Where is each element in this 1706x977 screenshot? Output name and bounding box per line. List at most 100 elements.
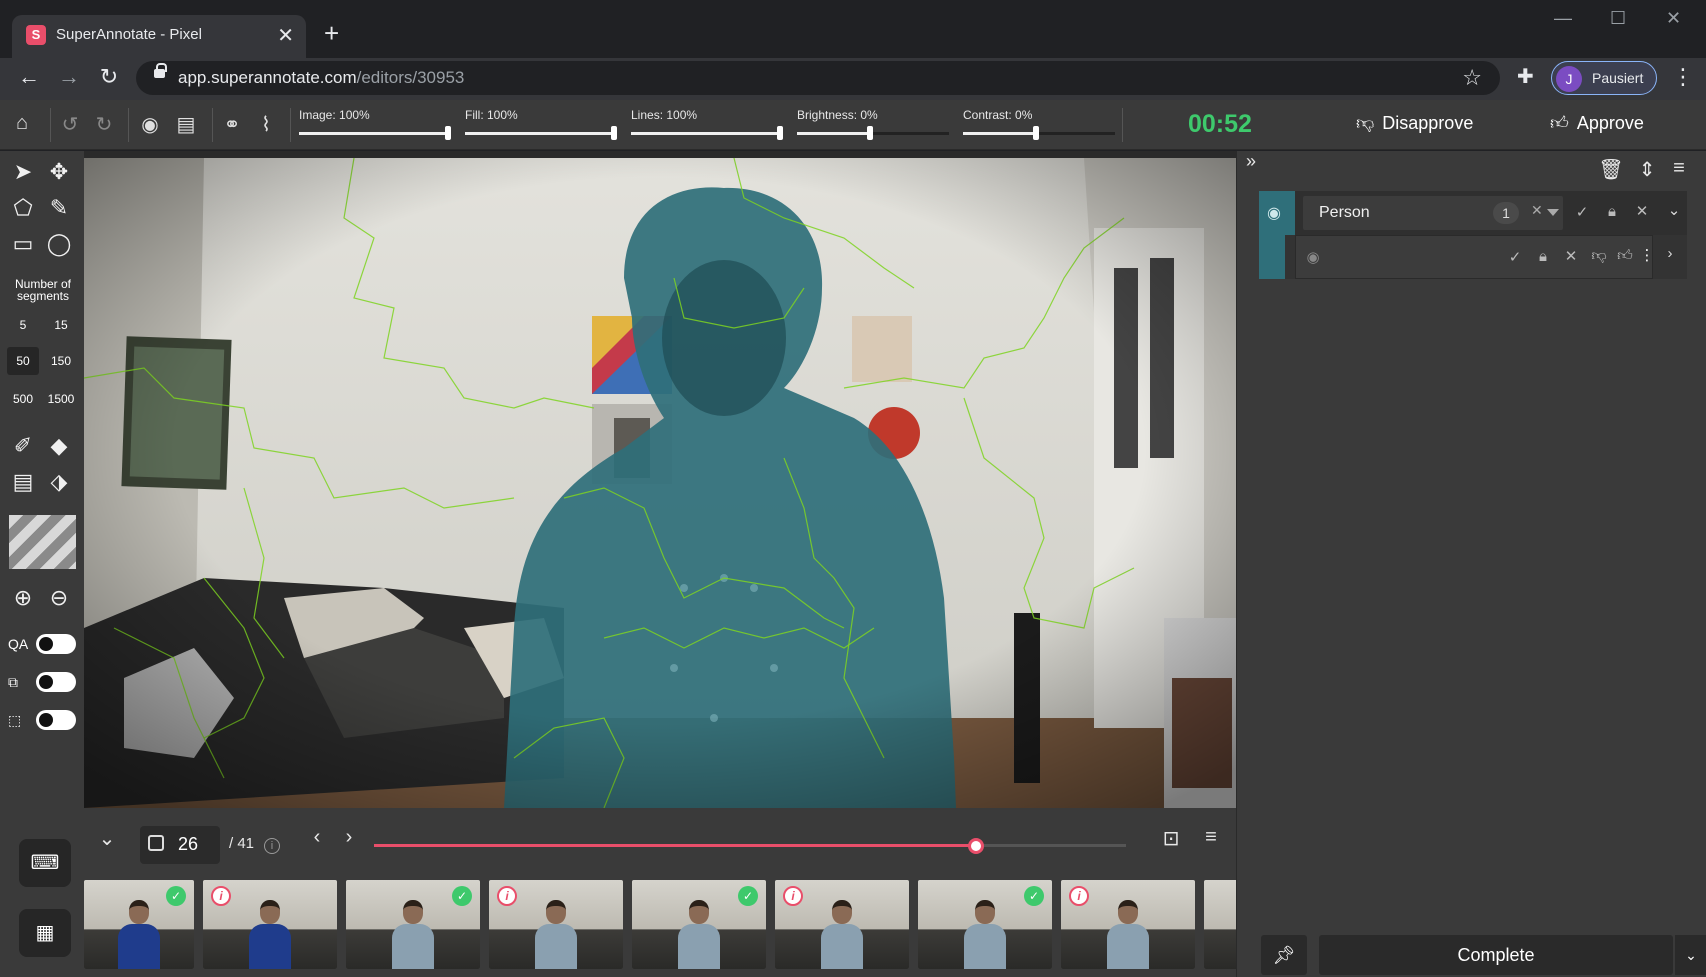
- instance-check-icon[interactable]: ✓: [1504, 248, 1526, 266]
- frame-thumbnail[interactable]: i: [203, 880, 337, 969]
- extensions-puzzle-icon[interactable]: ✚: [1517, 64, 1534, 89]
- slider-knob[interactable]: [611, 126, 617, 140]
- class-visibility-toggle[interactable]: ◉: [1259, 191, 1295, 235]
- complete-button[interactable]: Complete: [1319, 935, 1673, 975]
- window-close-icon[interactable]: ✕: [1666, 8, 1681, 29]
- fill-opacity-slider[interactable]: Fill: 100%: [465, 106, 619, 144]
- focus-frame-icon[interactable]: ⊡: [1158, 826, 1184, 851]
- polygon-tool-icon[interactable]: ⬠: [6, 191, 40, 225]
- rectangle-tool-icon[interactable]: ▭: [6, 227, 40, 261]
- class-dropdown-caret-icon[interactable]: [1547, 209, 1559, 216]
- instance-more-icon[interactable]: ⋮: [1636, 246, 1658, 264]
- zoom-out-icon[interactable]: ⊖: [42, 581, 76, 615]
- instance-row[interactable]: ◉ ✓ 🔒︎ ✕ 👎︎ 👍︎ ⋮ ›: [1259, 235, 1687, 279]
- segment-option-15[interactable]: 15: [45, 311, 77, 339]
- tag-icon[interactable]: ⬗: [42, 465, 76, 499]
- check-icon[interactable]: ✓: [1571, 203, 1593, 221]
- home-icon[interactable]: ⌂: [8, 112, 36, 135]
- frame-number-input[interactable]: 26: [140, 826, 220, 864]
- class-row-person[interactable]: ◉ Person 1 ✕ ✓ 🔒︎ ✕ ⌄: [1259, 191, 1687, 235]
- image-opacity-slider[interactable]: Image: 100%: [299, 106, 453, 144]
- slider-knob[interactable]: [1033, 126, 1039, 140]
- segment-option-50[interactable]: 50: [7, 347, 39, 375]
- overlap-toggle[interactable]: [36, 672, 76, 692]
- annotation-canvas[interactable]: [84, 158, 1236, 808]
- slider-knob[interactable]: [445, 126, 451, 140]
- cursor-select-icon[interactable]: ➤: [6, 155, 40, 189]
- pin-icon[interactable]: 📌︎: [1261, 935, 1307, 975]
- class-select[interactable]: Person 1 ✕: [1303, 196, 1563, 230]
- filter-lines-icon[interactable]: ≡: [1198, 826, 1224, 849]
- brush-tool-icon[interactable]: ✎: [42, 191, 76, 225]
- back-arrow-icon[interactable]: ←: [14, 64, 44, 90]
- tab-close-icon[interactable]: ✕: [277, 23, 294, 48]
- frame-thumbnail[interactable]: i: [1061, 880, 1195, 969]
- fill-pattern-swatch[interactable]: [9, 515, 76, 569]
- visibility-eye-icon[interactable]: ◉: [136, 112, 164, 137]
- instance-thumbs-down-icon[interactable]: 👎︎: [1588, 247, 1610, 265]
- slider-knob[interactable]: [867, 126, 873, 140]
- lasso-tool-icon[interactable]: ◯: [42, 227, 76, 261]
- minimize-icon[interactable]: —: [1554, 8, 1572, 29]
- redo-icon[interactable]: ↻: [90, 112, 118, 137]
- region-toggle[interactable]: [36, 710, 76, 730]
- complete-dropdown-chevron-icon[interactable]: ⌄: [1675, 935, 1706, 975]
- contrast-slider[interactable]: Contrast: 0%: [963, 106, 1117, 144]
- eyedropper-icon[interactable]: ✐: [6, 429, 40, 463]
- instance-lock-icon[interactable]: 🔒︎: [1532, 248, 1554, 265]
- previous-frame-chevron-icon[interactable]: ‹: [304, 826, 330, 849]
- profile-chip[interactable]: J Pausiert: [1551, 61, 1657, 95]
- url-omnibox[interactable]: app.superannotate.com/editors/30953 ☆: [136, 61, 1500, 95]
- segment-option-500[interactable]: 500: [7, 385, 39, 413]
- qa-toggle[interactable]: [36, 634, 76, 654]
- bookmark-star-icon[interactable]: ☆: [1462, 65, 1482, 91]
- segment-option-1500[interactable]: 1500: [45, 385, 77, 413]
- instance-remove-icon[interactable]: ✕: [1560, 247, 1582, 265]
- attachment-icon[interactable]: ⌇: [252, 112, 280, 137]
- keyboard-shortcuts-button[interactable]: ⌨: [19, 839, 71, 887]
- filter-icon[interactable]: ≡: [1665, 157, 1693, 180]
- expand-chevron-down-icon[interactable]: ⌄: [1663, 201, 1685, 219]
- instance-body[interactable]: ◉ ✓ 🔒︎ ✕ 👎︎ 👍︎ ⋮: [1295, 235, 1655, 279]
- comment-icon[interactable]: ▤: [172, 112, 200, 137]
- comment-tool-icon[interactable]: ▤: [6, 465, 40, 499]
- eraser-icon[interactable]: ◆: [42, 429, 76, 463]
- lock-icon[interactable]: 🔒︎: [1601, 203, 1623, 220]
- segment-option-5[interactable]: 5: [7, 311, 39, 339]
- browser-tab[interactable]: S SuperAnnotate - Pixel ✕: [12, 15, 306, 58]
- instance-eye-icon[interactable]: ◉: [1302, 248, 1324, 266]
- brightness-slider[interactable]: Brightness: 0%: [797, 106, 951, 144]
- maximize-icon[interactable]: ☐: [1610, 8, 1626, 29]
- segment-option-150[interactable]: 150: [45, 347, 77, 375]
- frame-thumbnail[interactable]: i: [775, 880, 909, 969]
- zoom-in-icon[interactable]: ⊕: [6, 581, 40, 615]
- frame-thumbnail[interactable]: i: [489, 880, 623, 969]
- delete-all-icon[interactable]: 🗑︎: [1597, 157, 1625, 182]
- frame-thumbnail[interactable]: ✓: [346, 880, 480, 969]
- new-tab-plus-icon[interactable]: +: [324, 18, 339, 49]
- clear-class-icon[interactable]: ✕: [1531, 202, 1543, 219]
- instance-expand-chevron-right-icon[interactable]: ›: [1659, 245, 1681, 262]
- forward-arrow-icon[interactable]: →: [54, 64, 84, 90]
- frame-thumbnail[interactable]: ✓: [84, 880, 194, 969]
- frame-thumbnail[interactable]: ✓: [918, 880, 1052, 969]
- move-pan-icon[interactable]: ✥: [42, 155, 76, 189]
- compress-rows-icon[interactable]: ⇕: [1633, 157, 1661, 182]
- link-icon[interactable]: ⚭: [218, 112, 246, 137]
- frame-thumbnail[interactable]: ✓: [632, 880, 766, 969]
- timeline-knob[interactable]: [967, 838, 984, 854]
- lines-opacity-slider[interactable]: Lines: 100%: [631, 106, 785, 144]
- browser-menu-icon[interactable]: ⋮: [1672, 64, 1694, 90]
- remove-icon[interactable]: ✕: [1631, 202, 1653, 220]
- collapse-panel-chevrons-icon[interactable]: »: [1237, 151, 1265, 172]
- slider-knob[interactable]: [777, 126, 783, 140]
- instance-thumbs-up-icon[interactable]: 👍︎: [1614, 247, 1636, 265]
- instructions-doc-button[interactable]: ▦: [19, 909, 71, 957]
- disapprove-button[interactable]: 👎︎ Disapprove: [1356, 112, 1473, 134]
- frame-thumbnail[interactable]: ✓: [1204, 880, 1236, 969]
- undo-icon[interactable]: ↺: [56, 112, 84, 137]
- collapse-chevrons-icon[interactable]: ⌄: [94, 826, 120, 851]
- frame-timeline[interactable]: [374, 838, 1126, 854]
- info-icon[interactable]: i: [264, 838, 280, 854]
- next-frame-chevron-icon[interactable]: ›: [336, 826, 362, 849]
